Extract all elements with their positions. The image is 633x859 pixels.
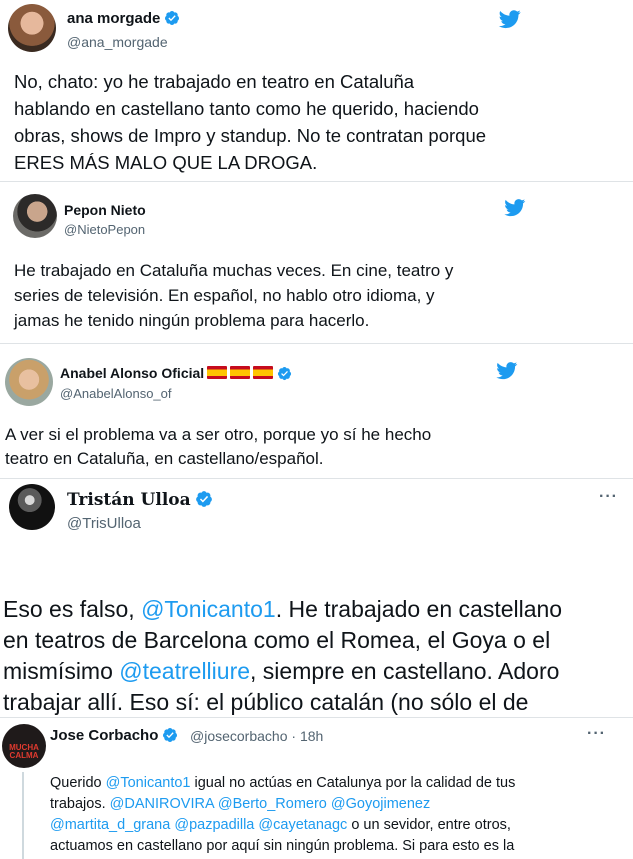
timestamp[interactable]: · 18h (291, 728, 323, 744)
more-options-icon[interactable]: ··· (587, 725, 606, 743)
avatar[interactable] (5, 358, 53, 406)
tweet-text: Eso es falso, @Tonicanto1. He trabajado … (3, 596, 563, 715)
avatar[interactable] (13, 194, 57, 238)
mention-link[interactable]: @Goyojimenez (331, 796, 430, 812)
twitter-bird-icon[interactable] (498, 8, 522, 30)
verified-badge-icon (195, 490, 213, 508)
verified-badge-icon (162, 727, 178, 743)
tweet-text: Querido @Tonicanto1 igual no actúas en C… (50, 775, 516, 854)
author-handle[interactable]: @josecorbacho · 18h (190, 728, 323, 744)
author-name[interactable]: Tristán Ulloa (67, 490, 213, 510)
spain-flag-icon (207, 366, 228, 379)
mention-link[interactable]: @teatrelliure (119, 658, 250, 684)
avatar[interactable] (8, 4, 56, 52)
tweet-text: A ver si el problema va a ser otro, porq… (5, 425, 432, 468)
author-handle[interactable]: @AnabelAlonso_of (60, 386, 172, 401)
author-name[interactable]: Jose Corbacho (50, 727, 178, 744)
verified-badge-icon (277, 366, 292, 381)
verified-badge-icon (164, 10, 180, 26)
tweet-card[interactable]: Tristán Ulloa @TrisUlloa ··· Eso es fals… (0, 479, 633, 716)
author-handle[interactable]: @NietoPepon (64, 222, 145, 237)
mention-link[interactable]: @Tonicanto1 (106, 775, 191, 791)
author-name[interactable]: Pepon Nieto (64, 202, 146, 218)
spain-flag-icon (253, 366, 274, 379)
twitter-bird-icon[interactable] (503, 197, 527, 218)
mention-link[interactable]: @Tonicanto1 (141, 596, 276, 622)
thread-line (22, 772, 24, 859)
avatar[interactable] (9, 484, 55, 530)
tweet-card[interactable]: ana morgade @ana_morgade No, chato: yo h… (0, 0, 633, 180)
avatar[interactable]: MUCHA CALMA (2, 724, 46, 768)
author-handle[interactable]: @TrisUlloa (67, 515, 141, 532)
tweet-card[interactable]: MUCHA CALMA Jose Corbacho @josecorbacho … (0, 718, 633, 859)
author-name[interactable]: ana morgade (67, 10, 180, 27)
mention-link[interactable]: @DANIROVIRA (110, 796, 214, 812)
tweet-text: No, chato: yo he trabajado en teatro en … (14, 71, 487, 173)
mention-link[interactable]: @cayetanagc (258, 817, 347, 833)
author-handle[interactable]: @ana_morgade (67, 34, 168, 50)
mention-link[interactable]: @Berto_Romero (218, 796, 327, 812)
more-options-icon[interactable]: ··· (599, 488, 618, 506)
spain-flag-icon (230, 366, 251, 379)
avatar-text: MUCHA CALMA (9, 743, 39, 760)
tweet-card[interactable]: Anabel Alonso Oficial @AnabelAlonso_of A… (0, 344, 633, 477)
author-name[interactable]: Anabel Alonso Oficial (60, 365, 292, 381)
mention-link[interactable]: @martita_d_grana (50, 817, 170, 833)
mention-link[interactable]: @pazpadilla (174, 817, 254, 833)
twitter-bird-icon[interactable] (495, 360, 519, 381)
tweet-card[interactable]: Pepon Nieto @NietoPepon He trabajado en … (0, 182, 633, 342)
tweet-text: He trabajado en Cataluña muchas veces. E… (14, 261, 454, 330)
